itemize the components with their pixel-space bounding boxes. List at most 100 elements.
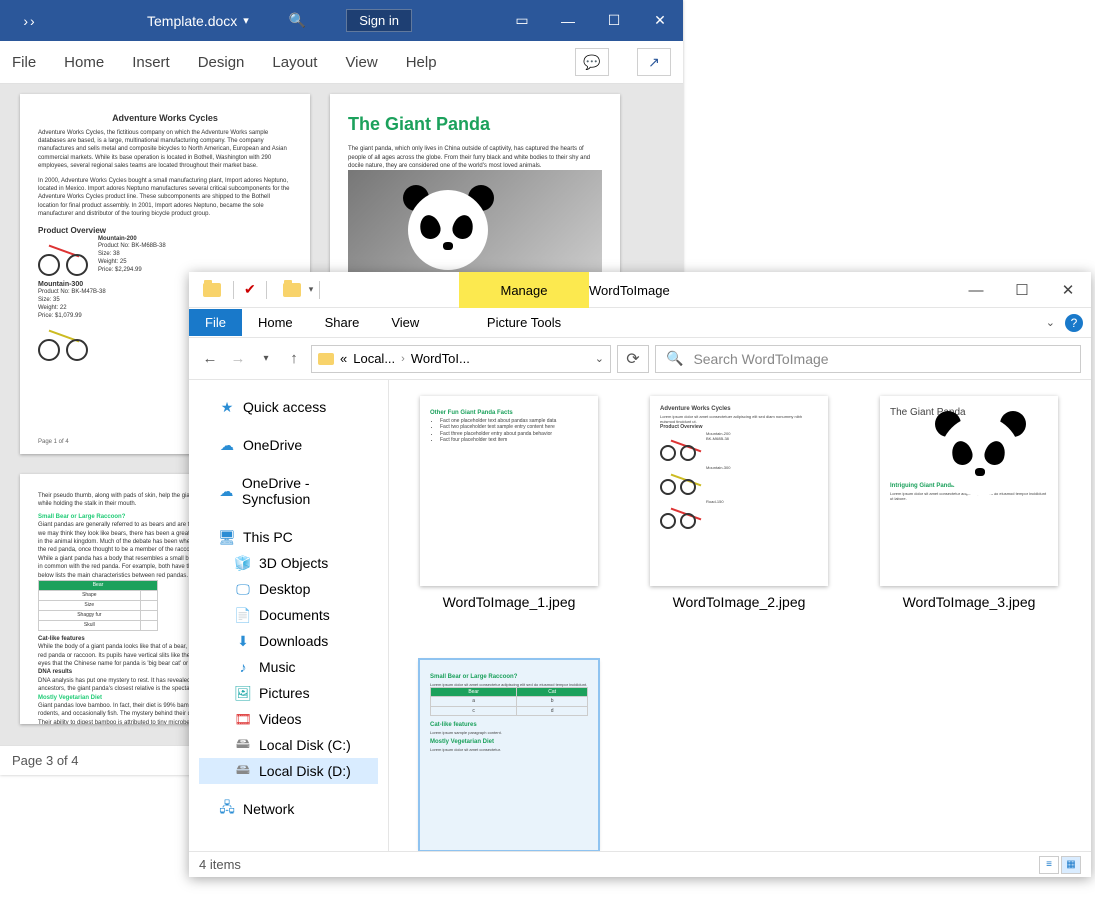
thumbnail: Adventure Works Cycles Lorem ipsum dolor…: [650, 396, 828, 586]
menu-design[interactable]: Design: [198, 54, 245, 71]
content-pane[interactable]: Other Fun Giant Panda Facts Fact one pla…: [389, 380, 1091, 851]
explorer-window-controls: — ☐ ✕: [953, 272, 1091, 308]
page1-para2: In 2000, Adventure Works Cycles bought a…: [38, 177, 292, 219]
nav-onedrive[interactable]: ☁OneDrive: [199, 432, 378, 458]
quick-access-toolbar-overflow[interactable]: ››: [0, 13, 60, 29]
ribbon-display-icon[interactable]: ▭: [499, 0, 545, 41]
search-icon[interactable]: 🔍: [289, 12, 306, 29]
search-placeholder: Search WordToImage: [693, 351, 828, 367]
chevron-down-icon[interactable]: ▾: [309, 284, 314, 295]
nav-desktop[interactable]: 🖵Desktop: [199, 576, 378, 602]
nav-onedrive-syncfusion[interactable]: ☁OneDrive - Syncfusion: [199, 470, 378, 512]
breadcrumb-segment[interactable]: WordToI...: [411, 351, 470, 366]
comparison-table: Bear Shape Size Shaggy fur Skull: [38, 580, 158, 631]
explorer-title: WordToImage: [589, 272, 670, 308]
checkmark-icon[interactable]: ✔: [244, 281, 256, 298]
thumbnail: The Giant Panda Intriguing Giant Panda M…: [880, 396, 1058, 586]
menu-home[interactable]: Home: [64, 54, 104, 71]
thumbnail: Small Bear or Large Raccoon? Lorem ipsum…: [420, 660, 598, 850]
view-toggle: ≡ ▦: [1039, 856, 1081, 874]
file-item[interactable]: Small Bear or Large Raccoon? Lorem ipsum…: [419, 660, 599, 851]
nav-downloads[interactable]: ⬇Downloads: [199, 628, 378, 654]
file-name: WordToImage_2.jpeg: [673, 594, 806, 610]
search-icon: 🔍: [666, 350, 683, 367]
nav-documents[interactable]: 📄Documents: [199, 602, 378, 628]
page1-footer: Page 1 of 4: [38, 438, 69, 446]
m200-name: Mountain-200: [98, 236, 137, 242]
folder-icon: [203, 283, 221, 297]
address-bar[interactable]: « Local... › WordToI... ⌄: [311, 345, 611, 373]
panda-image: [348, 170, 602, 280]
tab-share[interactable]: Share: [309, 309, 376, 336]
tab-home[interactable]: Home: [242, 309, 309, 336]
back-button[interactable]: ←: [199, 348, 221, 370]
explorer-status-bar: 4 items ≡ ▦: [189, 851, 1091, 877]
help-icon[interactable]: ?: [1065, 314, 1083, 332]
nav-this-pc[interactable]: 🖥This PC: [199, 524, 378, 550]
item-count: 4 items: [199, 857, 241, 872]
folder-icon[interactable]: [283, 283, 301, 297]
file-item[interactable]: The Giant Panda Intriguing Giant Panda M…: [879, 396, 1059, 610]
nav-3d-objects[interactable]: 🧊3D Objects: [199, 550, 378, 576]
explorer-titlebar[interactable]: ✔ ▾ Manage WordToImage — ☐ ✕: [189, 272, 1091, 308]
nav-videos[interactable]: 🎞Videos: [199, 706, 378, 732]
up-button[interactable]: ↑: [283, 348, 305, 370]
details-view-button[interactable]: ≡: [1039, 856, 1059, 874]
menu-view[interactable]: View: [345, 54, 377, 71]
tab-file[interactable]: File: [189, 309, 242, 336]
document-title[interactable]: Template.docx ▾: [147, 13, 249, 29]
tab-picture-tools[interactable]: Picture Tools: [459, 309, 589, 336]
navigation-pane: ★Quick access ☁OneDrive ☁OneDrive - Sync…: [189, 380, 389, 851]
refresh-button[interactable]: ⟳: [617, 345, 649, 373]
thumbnails-view-button[interactable]: ▦: [1061, 856, 1081, 874]
recent-locations-icon[interactable]: ▾: [255, 348, 277, 370]
word-title-area: Template.docx ▾ 🔍 Sign in: [60, 9, 499, 32]
page-count: Page 3 of 4: [12, 753, 79, 768]
nav-music[interactable]: ♪Music: [199, 654, 378, 680]
file-name: WordToImage_3.jpeg: [903, 594, 1036, 610]
file-item[interactable]: Other Fun Giant Panda Facts Fact one pla…: [419, 396, 599, 610]
minimize-button[interactable]: —: [953, 272, 999, 308]
maximize-button[interactable]: ☐: [999, 272, 1045, 308]
page2-title: The Giant Panda: [348, 112, 602, 137]
nav-local-disk-d[interactable]: 🖴Local Disk (D:): [199, 758, 378, 784]
breadcrumb-segment[interactable]: Local...: [353, 351, 395, 366]
explorer-menubar: File Home Share View Picture Tools ⌄ ?: [189, 308, 1091, 338]
menu-help[interactable]: Help: [406, 54, 437, 71]
minimize-button[interactable]: —: [545, 0, 591, 41]
m300-name: Mountain-300: [38, 281, 83, 288]
forward-button[interactable]: →: [227, 348, 249, 370]
close-button[interactable]: ✕: [637, 0, 683, 41]
search-input[interactable]: 🔍 Search WordToImage: [655, 345, 1081, 373]
word-window-controls: ▭ — ☐ ✕: [499, 0, 683, 41]
manage-tab[interactable]: Manage: [459, 272, 589, 308]
chevron-right-icon[interactable]: ›: [401, 353, 405, 365]
word-ribbon: File Home Insert Design Layout View Help…: [0, 41, 683, 84]
menu-insert[interactable]: Insert: [132, 54, 170, 71]
explorer-address-row: ← → ▾ ↑ « Local... › WordToI... ⌄ ⟳ 🔍 Se…: [189, 338, 1091, 380]
close-button[interactable]: ✕: [1045, 272, 1091, 308]
chevron-down-icon: ▾: [243, 14, 249, 27]
ribbon-expand-icon[interactable]: ⌄: [1046, 316, 1055, 329]
sign-in-button[interactable]: Sign in: [346, 9, 412, 32]
menu-file[interactable]: File: [12, 54, 36, 71]
thumbnail: Other Fun Giant Panda Facts Fact one pla…: [420, 396, 598, 586]
menu-layout[interactable]: Layout: [272, 54, 317, 71]
maximize-button[interactable]: ☐: [591, 0, 637, 41]
bike-icon: [38, 240, 88, 276]
file-name: WordToImage_1.jpeg: [443, 594, 576, 610]
share-button[interactable]: ↗: [637, 48, 671, 76]
page1-heading: Adventure Works Cycles: [38, 112, 292, 125]
comments-button[interactable]: 💬: [575, 48, 609, 76]
tab-view[interactable]: View: [375, 309, 435, 336]
page1-para1: Adventure Works Cycles, the fictitious c…: [38, 129, 292, 171]
explorer-body: ★Quick access ☁OneDrive ☁OneDrive - Sync…: [189, 380, 1091, 851]
product-overview-heading: Product Overview: [38, 225, 292, 236]
nav-local-disk-c[interactable]: 🖴Local Disk (C:): [199, 732, 378, 758]
nav-network[interactable]: 🖧Network: [199, 796, 378, 822]
chevron-down-icon[interactable]: ⌄: [595, 352, 604, 365]
nav-pictures[interactable]: 🖼Pictures: [199, 680, 378, 706]
file-item[interactable]: Adventure Works Cycles Lorem ipsum dolor…: [649, 396, 829, 610]
nav-quick-access[interactable]: ★Quick access: [199, 394, 378, 420]
document-name: Template.docx: [147, 13, 237, 29]
